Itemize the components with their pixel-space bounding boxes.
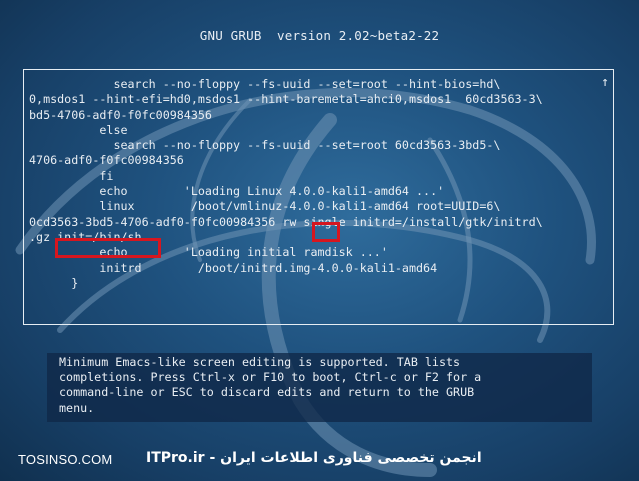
help-line: completions. Press Ctrl-x or F10 to boot… bbox=[59, 370, 482, 385]
help-panel: Minimum Emacs-like screen editing is sup… bbox=[47, 353, 592, 422]
editor-line[interactable]: search --no-floppy --fs-uuid --set=root … bbox=[29, 77, 543, 92]
editor-line[interactable]: else bbox=[29, 123, 543, 138]
scroll-up-arrow-icon[interactable]: ↑ bbox=[601, 76, 609, 90]
editor-line[interactable]: 4706-adf0-f0fc00984356 bbox=[29, 153, 543, 168]
editor-line[interactable]: bd5-4706-adf0-f0fc00984356 bbox=[29, 108, 543, 123]
boot-entry-editor[interactable]: search --no-floppy --fs-uuid --set=root … bbox=[23, 69, 614, 325]
help-line: command-line or ESC to discard edits and… bbox=[59, 385, 475, 400]
watermark-persian-text: انجمن تخصصی فناوری اطلاعات ایران - ITPro… bbox=[146, 450, 482, 466]
editor-line[interactable]: } bbox=[29, 276, 543, 291]
editor-line[interactable]: 0,msdos1 --hint-efi=hd0,msdos1 --hint-ba… bbox=[29, 92, 543, 107]
help-line: Minimum Emacs-like screen editing is sup… bbox=[59, 355, 461, 369]
editor-line[interactable]: initrd /boot/initrd.img-4.0.0-kali1-amd6… bbox=[29, 261, 543, 276]
watermark: TOSINSO.COM انجمن تخصصی فناوری اطلاعات ا… bbox=[18, 450, 523, 470]
watermark-site: TOSINSO.COM bbox=[18, 452, 113, 467]
editor-line[interactable]: echo 'Loading initial ramdisk ...' bbox=[29, 245, 543, 260]
editor-line[interactable]: echo 'Loading Linux 4.0.0-kali1-amd64 ..… bbox=[29, 184, 543, 199]
editor-lines: search --no-floppy --fs-uuid --set=root … bbox=[29, 77, 543, 291]
editor-line-init-param[interactable]: .gz init=/bin/sh bbox=[29, 230, 543, 245]
editor-line-linux-kernel[interactable]: linux /boot/vmlinuz-4.0.0-kali1-amd64 ro… bbox=[29, 199, 543, 214]
grub-version-title: GNU GRUB version 2.02~beta2-22 bbox=[199, 28, 440, 43]
editor-line[interactable]: search --no-floppy --fs-uuid --set=root … bbox=[29, 138, 543, 153]
editor-line[interactable]: fi bbox=[29, 169, 543, 184]
help-line: menu. bbox=[59, 400, 95, 415]
editor-line-kernel-params[interactable]: 0cd3563-3bd5-4706-adf0-f0fc00984356 rw s… bbox=[29, 215, 543, 230]
